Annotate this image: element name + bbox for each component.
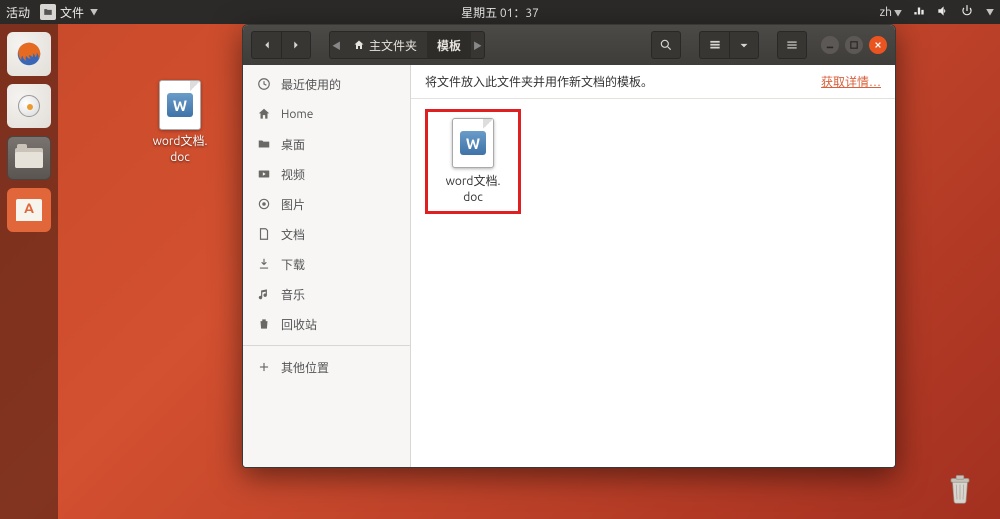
chevron-down-icon: ▼: [90, 7, 98, 18]
app-menu[interactable]: 文件 ▼: [36, 4, 102, 21]
dock-software[interactable]: [7, 188, 51, 232]
dock-firefox[interactable]: [7, 32, 51, 76]
word-document-icon: W: [452, 118, 494, 168]
input-method-indicator[interactable]: zh▼: [880, 6, 902, 19]
files-app-icon: [40, 4, 56, 20]
window-maximize-button[interactable]: [845, 36, 863, 54]
power-icon[interactable]: [960, 4, 974, 21]
view-toggle-button[interactable]: [699, 31, 729, 59]
hamburger-menu-button[interactable]: [777, 31, 807, 59]
sidebar-item-recent[interactable]: 最近使用的: [243, 69, 410, 99]
dock: [0, 24, 58, 519]
desktop-file-label: word文档. doc: [140, 134, 220, 165]
dock-files[interactable]: [7, 136, 51, 180]
network-icon[interactable]: [912, 4, 926, 21]
chevron-right-icon[interactable]: ▶: [471, 39, 484, 52]
nav-back-button[interactable]: [251, 31, 281, 59]
sidebar-item-trash[interactable]: 回收站: [243, 309, 410, 339]
info-bar-message: 将文件放入此文件夹并用作新文档的模板。: [425, 73, 653, 90]
view-options-button[interactable]: [729, 31, 759, 59]
path-segment-home[interactable]: 主文件夹: [343, 32, 427, 58]
search-button[interactable]: [651, 31, 681, 59]
desktop-trash[interactable]: [938, 467, 982, 511]
nav-forward-button[interactable]: [281, 31, 311, 59]
sidebar-item-documents[interactable]: 文档: [243, 219, 410, 249]
chevron-down-icon: ▼: [986, 7, 994, 18]
file-manager-window: ◀ 主文件夹 模板 ▶ 最近使用的 Home 桌面: [242, 24, 896, 468]
path-segment-current[interactable]: 模板: [427, 32, 471, 58]
sidebar-item-home[interactable]: Home: [243, 99, 410, 129]
volume-icon[interactable]: [936, 4, 950, 21]
path-bar: ◀ 主文件夹 模板 ▶: [329, 31, 485, 59]
app-menu-label: 文件: [60, 4, 84, 21]
sidebar-item-desktop[interactable]: 桌面: [243, 129, 410, 159]
window-close-button[interactable]: [869, 36, 887, 54]
window-minimize-button[interactable]: [821, 36, 839, 54]
sidebar-item-pictures[interactable]: 图片: [243, 189, 410, 219]
sidebar-separator: [243, 345, 410, 346]
sidebar-item-other-locations[interactable]: 其他位置: [243, 352, 410, 382]
templates-info-bar: 将文件放入此文件夹并用作新文档的模板。 获取详情…: [411, 65, 895, 99]
desktop-file-word-doc[interactable]: W word文档. doc: [140, 80, 220, 165]
word-document-icon: W: [159, 80, 201, 130]
clock[interactable]: 星期五 01：37: [461, 4, 539, 21]
file-item-word-doc[interactable]: W word文档. doc: [425, 109, 521, 214]
file-area[interactable]: W word文档. doc: [411, 99, 895, 224]
sidebar-item-videos[interactable]: 视频: [243, 159, 410, 189]
chevron-left-icon[interactable]: ◀: [330, 39, 343, 52]
window-titlebar: ◀ 主文件夹 模板 ▶: [243, 25, 895, 65]
file-view: 将文件放入此文件夹并用作新文档的模板。 获取详情… W word文档. doc: [411, 65, 895, 467]
top-bar: 活动 文件 ▼ 星期五 01：37 zh▼ ▼: [0, 0, 1000, 24]
sidebar: 最近使用的 Home 桌面 视频 图片 文档 下载 音乐 回收站 其他位置: [243, 65, 411, 467]
dock-rhythmbox[interactable]: [7, 84, 51, 128]
sidebar-item-downloads[interactable]: 下载: [243, 249, 410, 279]
activities-button[interactable]: 活动: [6, 4, 30, 21]
info-bar-link[interactable]: 获取详情…: [821, 73, 881, 90]
sidebar-item-music[interactable]: 音乐: [243, 279, 410, 309]
home-icon: [353, 39, 365, 51]
file-item-label: word文档. doc: [434, 174, 512, 205]
